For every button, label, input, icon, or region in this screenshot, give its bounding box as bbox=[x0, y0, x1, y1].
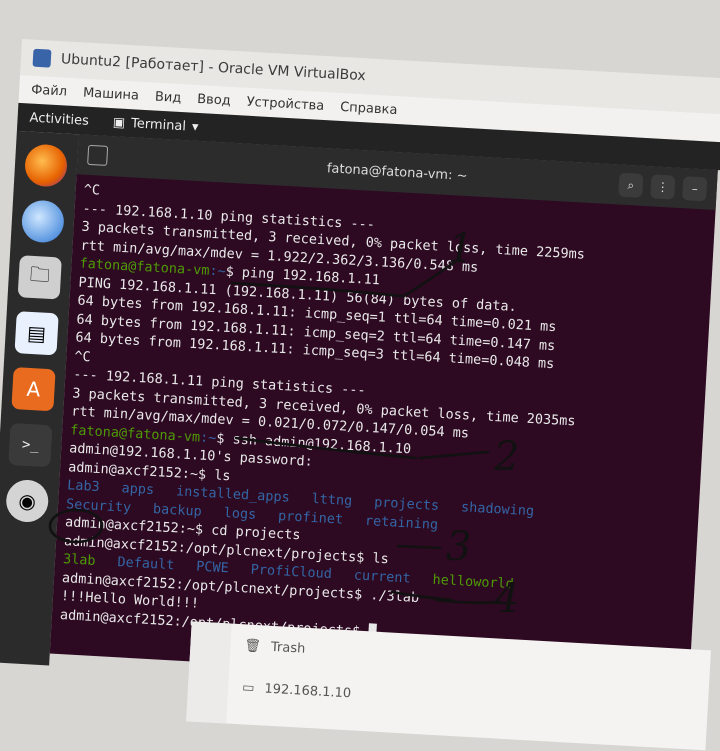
software-icon[interactable]: A bbox=[11, 367, 56, 412]
ls-entry: current bbox=[353, 567, 412, 587]
terminal-title: fatona@fatona-vm: ~ bbox=[326, 160, 468, 184]
files-item-network[interactable]: ▭ 192.168.1.10 bbox=[242, 680, 352, 701]
ls-entry: Lab3 bbox=[66, 477, 101, 496]
chevron-down-icon: ▾ bbox=[191, 119, 199, 135]
menu-machine[interactable]: Машина bbox=[83, 85, 140, 103]
help-icon[interactable]: ◉ bbox=[5, 478, 50, 524]
ls-entry: shadowing bbox=[460, 499, 535, 520]
ls-entry: helloworld bbox=[432, 571, 515, 593]
folder-icon: ▭ bbox=[241, 680, 255, 696]
trash-icon: 🗑 bbox=[244, 638, 262, 655]
virtualbox-icon bbox=[32, 48, 52, 68]
files-item-trash[interactable]: 🗑 Trash bbox=[244, 638, 306, 656]
terminal-small-icon: ▣ bbox=[112, 114, 126, 131]
ls-entry: retaining bbox=[364, 512, 439, 533]
menu-input[interactable]: Ввод bbox=[197, 91, 231, 108]
ls-entry: profinet bbox=[277, 507, 344, 528]
ls-entry: 3lab bbox=[62, 551, 96, 569]
new-tab-icon[interactable] bbox=[87, 144, 109, 166]
files-sidebar bbox=[186, 621, 232, 724]
ls-entry: lttng bbox=[311, 490, 353, 510]
search-icon[interactable]: ⌕ bbox=[618, 172, 644, 198]
menu-help[interactable]: Справка bbox=[340, 99, 398, 117]
terminal-icon[interactable]: >_ bbox=[8, 422, 53, 468]
menu-icon[interactable]: ⋮ bbox=[650, 174, 676, 200]
app-menu-label: Terminal bbox=[130, 115, 187, 134]
ls-entry: apps bbox=[121, 480, 155, 499]
thunderbird-icon[interactable] bbox=[20, 199, 66, 244]
ls-entry: PCWE bbox=[195, 558, 230, 577]
screen-photo: Ubuntu2 [Работает] - Oracle VM VirtualBo… bbox=[0, 0, 720, 751]
prompt-path: :~ bbox=[208, 262, 227, 280]
minimize-icon[interactable]: – bbox=[682, 176, 708, 202]
activities-button[interactable]: Activities bbox=[29, 110, 89, 128]
files-item-label: Trash bbox=[270, 639, 306, 657]
ls-entry: ProfiCloud bbox=[250, 561, 333, 583]
terminal-output: ^C --- 192.168.1.10 ping statistics --- 3 … bbox=[51, 174, 715, 659]
ls-entry: backup bbox=[152, 500, 203, 520]
ls-entry: logs bbox=[223, 504, 257, 523]
menu-view[interactable]: Вид bbox=[155, 89, 182, 105]
ls-entry: projects bbox=[373, 494, 440, 514]
files-item-label: 192.168.1.10 bbox=[263, 681, 352, 702]
writer-icon[interactable]: ▤ bbox=[14, 311, 59, 356]
menu-devices[interactable]: Устройства bbox=[246, 94, 324, 113]
app-menu[interactable]: ▣ Terminal ▾ bbox=[112, 115, 198, 135]
files-icon[interactable]: 🗀 bbox=[17, 255, 62, 300]
prompt-path: :~ bbox=[199, 429, 217, 446]
firefox-icon[interactable] bbox=[23, 143, 69, 188]
ls-entry: Default bbox=[117, 554, 175, 574]
terminal-window[interactable]: fatona@fatona-vm: ~ ⌕ ⋮ – ^C --- 192.168.… bbox=[49, 134, 718, 690]
menu-file[interactable]: Файл bbox=[31, 82, 68, 99]
ls-entry: Security bbox=[65, 495, 132, 516]
